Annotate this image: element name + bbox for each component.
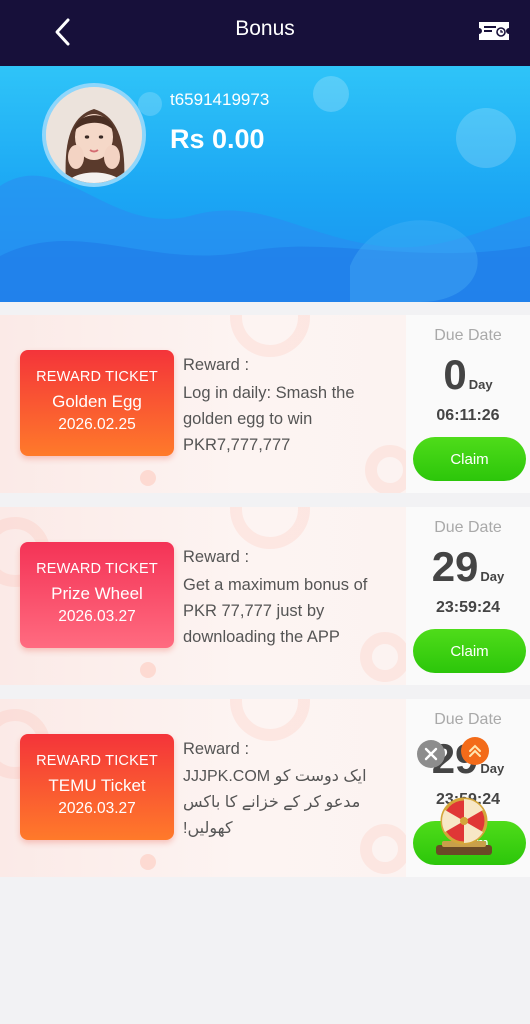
reward-ticket: REWARD TICKET Prize Wheel 2026.03.27 (20, 542, 174, 648)
decoration (140, 662, 156, 678)
decoration (230, 507, 310, 549)
ticket-name: Golden Egg (52, 392, 142, 411)
top-bar: Bonus (0, 0, 530, 66)
reward-description: Get a maximum bonus of PKR 77,777 just b… (183, 576, 368, 646)
ticket-date: 2026.03.27 (58, 608, 136, 625)
claim-button[interactable]: Claim (413, 437, 526, 481)
days-value: 29 (431, 543, 479, 590)
days-remaining: 0 Day (406, 351, 530, 399)
reward-label: Reward : (183, 356, 250, 374)
ticket-history-button[interactable] (476, 16, 512, 46)
reward-card-body: REWARD TICKET Prize Wheel 2026.03.27 Rew… (0, 507, 410, 685)
ticket-name: TEMU Ticket (48, 776, 146, 795)
days-unit: Day (480, 569, 505, 584)
prize-wheel-widget[interactable] (432, 795, 496, 859)
due-date-panel: Due Date 0 Day 06:11:26 Claim (406, 315, 530, 493)
scroll-top-button[interactable] (461, 737, 489, 765)
ticket-type: REWARD TICKET (36, 369, 158, 385)
claim-button[interactable]: Claim (413, 629, 526, 673)
user-photo (46, 87, 142, 183)
days-remaining: 29 Day (406, 543, 530, 591)
prize-wheel-icon (436, 797, 492, 855)
due-date-label: Due Date (434, 519, 502, 536)
reward-card-body: REWARD TICKET Golden Egg 2026.02.25 Rewa… (0, 315, 415, 493)
close-icon (424, 747, 438, 761)
page-title: Bonus (235, 17, 295, 40)
ticket-icon (479, 22, 509, 40)
reward-card: REWARD TICKET Golden Egg 2026.02.25 Rewa… (0, 315, 530, 493)
reward-description: Log in daily: Smash the golden egg to wi… (183, 384, 355, 454)
ticket-date: 2026.03.27 (58, 800, 136, 817)
countdown-time: 23:59:24 (435, 599, 501, 616)
profile-banner: t6591419973 Rs 0.00 (0, 66, 530, 302)
reward-ticket: REWARD TICKET TEMU Ticket 2026.03.27 (20, 734, 174, 840)
due-date-panel: Due Date 29Day 23:59:24 Claim (406, 507, 530, 685)
ticket-type: REWARD TICKET (36, 753, 158, 769)
due-date-label: Due Date (434, 327, 502, 344)
ticket-date: 2026.02.25 (58, 416, 136, 433)
reward-site: JJJPK.COM (183, 768, 271, 785)
balance: Rs 0.00 (170, 124, 265, 154)
reward-ticket: REWARD TICKET Golden Egg 2026.02.25 (20, 350, 174, 456)
double-chevron-up-icon (469, 744, 481, 757)
decoration (140, 854, 156, 870)
due-date-label: Due Date (434, 711, 502, 728)
reward-label: Reward : (183, 740, 250, 758)
reward-description: JJJPK.COM ایک دوست کو مدعو کر کے خزانے ک… (183, 764, 383, 842)
countdown-time: 06:11:26 (436, 407, 500, 424)
ticket-name: Prize Wheel (51, 584, 143, 603)
days-value: 0 (443, 351, 467, 398)
decoration (230, 315, 310, 357)
ticket-type: REWARD TICKET (36, 561, 158, 577)
days-unit: Day (480, 761, 505, 776)
decoration (230, 699, 310, 741)
username: t6591419973 (170, 90, 270, 109)
decoration (140, 470, 156, 486)
reward-card: REWARD TICKET Prize Wheel 2026.03.27 Rew… (0, 507, 530, 685)
reward-card-body: REWARD TICKET TEMU Ticket 2026.03.27 Rew… (0, 699, 410, 877)
avatar[interactable] (42, 83, 146, 187)
reward-label: Reward : (183, 548, 250, 566)
days-unit: Day (468, 377, 493, 392)
close-float-button[interactable] (417, 740, 445, 768)
